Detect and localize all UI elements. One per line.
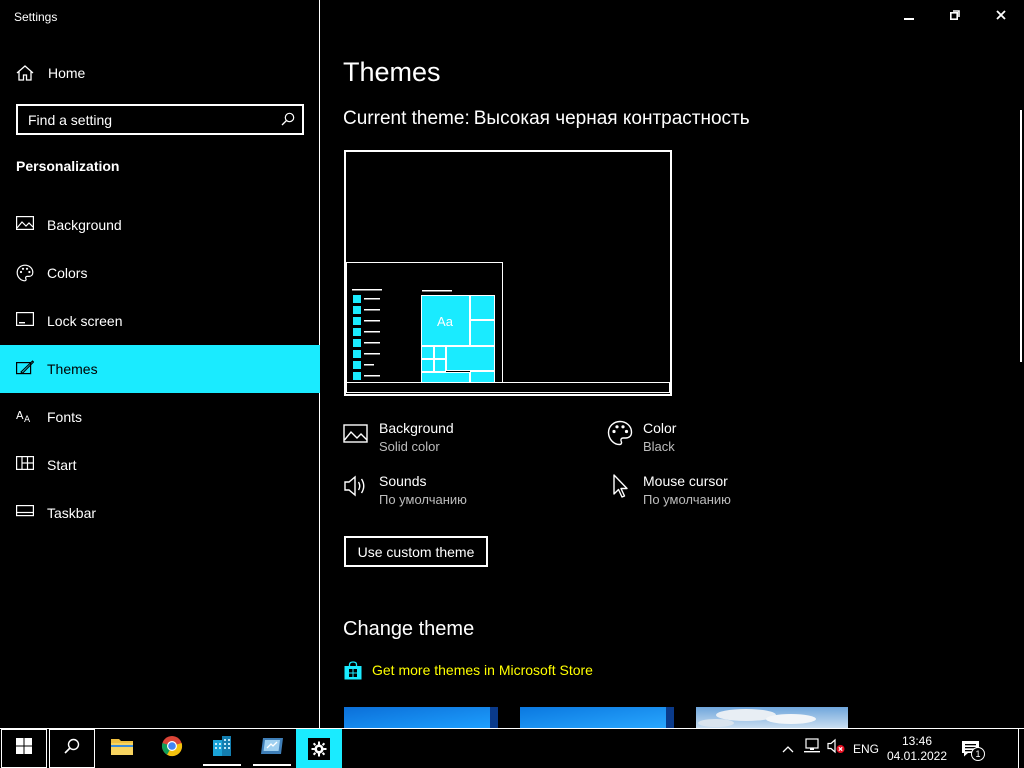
page-title: Themes <box>343 57 441 87</box>
theme-thumbnail[interactable] <box>696 707 850 728</box>
chrome-icon <box>161 735 183 762</box>
notification-count-badge: 1 <box>971 746 985 761</box>
svg-text:A: A <box>16 409 24 422</box>
sidebar-item-lock-screen[interactable]: Lock screen <box>0 297 320 345</box>
current-theme-value: Высокая черная контрастность <box>473 108 750 129</box>
action-center-button[interactable]: 1 <box>954 729 988 768</box>
background-value: Solid color <box>379 439 440 454</box>
network-tray-button[interactable] <box>801 729 823 768</box>
clock[interactable]: 13:46 04.01.2022 <box>884 729 950 768</box>
sidebar: Settings Home Personalization Background… <box>0 0 320 728</box>
show-hidden-icons-button[interactable] <box>778 729 798 768</box>
background-title: Background <box>379 420 454 436</box>
sidebar-item-fonts[interactable]: AA Fonts <box>0 393 320 441</box>
home-icon <box>16 65 34 86</box>
picture-icon <box>343 420 369 446</box>
sidebar-item-label: Colors <box>47 265 88 281</box>
color-title: Color <box>643 420 677 436</box>
use-custom-theme-button[interactable]: Use custom theme <box>344 536 488 567</box>
current-theme-label: Current theme: <box>343 108 470 129</box>
taskbar: ENG 13:46 04.01.2022 1 <box>0 728 1024 768</box>
current-theme: Current theme: Высокая черная контрастнос… <box>343 108 750 130</box>
volume-tray-button[interactable] <box>825 729 847 768</box>
theme-preview: Aa <box>344 150 672 396</box>
building-app-button[interactable] <box>199 729 245 768</box>
mouse-cursor-title: Mouse cursor <box>643 473 728 489</box>
sidebar-item-label: Fonts <box>47 409 83 425</box>
sidebar-item-colors[interactable]: Colors <box>0 249 320 297</box>
server-manager-icon <box>260 735 284 762</box>
language-label: ENG <box>852 741 879 756</box>
sidebar-item-start[interactable]: Start <box>0 441 320 489</box>
file-explorer-button[interactable] <box>99 729 145 768</box>
home-nav-item[interactable]: Home <box>0 58 320 88</box>
mouse-cursor-value: По умолчанию <box>643 492 731 507</box>
clock-date: 04.01.2022 <box>886 748 948 763</box>
active-indicator <box>203 764 241 766</box>
clock-time: 13:46 <box>901 733 933 748</box>
home-label: Home <box>48 65 86 81</box>
start-icon <box>16 456 34 474</box>
sidebar-item-themes[interactable]: Themes <box>0 345 320 393</box>
theme-thumbnail[interactable] <box>520 707 674 728</box>
sidebar-item-background[interactable]: Background <box>0 201 320 249</box>
sidebar-item-label: Start <box>47 457 77 473</box>
themes-icon <box>16 360 35 378</box>
active-indicator <box>253 764 291 766</box>
app-title: Settings <box>14 10 58 24</box>
taskbar-icon <box>16 504 34 522</box>
theme-thumbnail[interactable] <box>344 707 498 728</box>
notifications-icon: 1 <box>960 738 985 761</box>
settings-taskbar-button[interactable] <box>296 729 342 768</box>
main-content: Themes Current theme: Высокая черная конт… <box>321 0 1024 728</box>
store-link-label: Get more themes in Microsoft Store <box>372 662 593 678</box>
gear-icon <box>308 737 330 760</box>
palette-icon <box>607 420 633 446</box>
sidebar-item-taskbar[interactable]: Taskbar <box>0 489 320 537</box>
sidebar-item-label: Lock screen <box>47 313 123 329</box>
picture-icon <box>16 216 34 234</box>
change-theme-heading: Change theme <box>343 618 475 640</box>
search-box[interactable] <box>16 104 304 135</box>
search-icon <box>64 738 80 759</box>
svg-text:A: A <box>24 415 31 424</box>
sidebar-item-label: Taskbar <box>47 505 97 521</box>
preview-tile-text: Aa <box>437 314 454 329</box>
show-desktop-button[interactable] <box>1018 729 1024 768</box>
fonts-icon: AA <box>16 408 34 426</box>
speaker-icon <box>343 473 369 499</box>
mouse-cursor-icon <box>607 473 633 499</box>
section-label: Personalization <box>16 158 120 174</box>
search-icon[interactable] <box>281 112 295 131</box>
sidebar-item-label: Background <box>47 217 122 233</box>
chrome-button[interactable] <box>149 729 195 768</box>
sidebar-item-label: Themes <box>47 361 98 377</box>
language-indicator[interactable]: ENG <box>848 729 884 768</box>
scrollbar[interactable] <box>1020 110 1022 362</box>
windows-logo-icon <box>16 738 32 759</box>
search-input[interactable] <box>18 106 268 133</box>
store-bag-icon <box>343 661 363 686</box>
chevron-up-icon <box>782 740 794 758</box>
start-button[interactable] <box>1 729 47 768</box>
building-icon <box>210 734 234 763</box>
server-manager-button[interactable] <box>249 729 295 768</box>
palette-icon <box>16 264 34 282</box>
lock-screen-icon <box>16 312 34 330</box>
sounds-title: Sounds <box>379 473 427 489</box>
folder-icon <box>110 736 134 761</box>
volume-muted-icon <box>827 738 845 759</box>
taskbar-search-button[interactable] <box>49 729 95 768</box>
color-value: Black <box>643 439 675 454</box>
theme-preview-graphic: Aa <box>346 262 670 393</box>
sounds-value: По умолчанию <box>379 492 467 507</box>
network-icon <box>803 738 821 759</box>
